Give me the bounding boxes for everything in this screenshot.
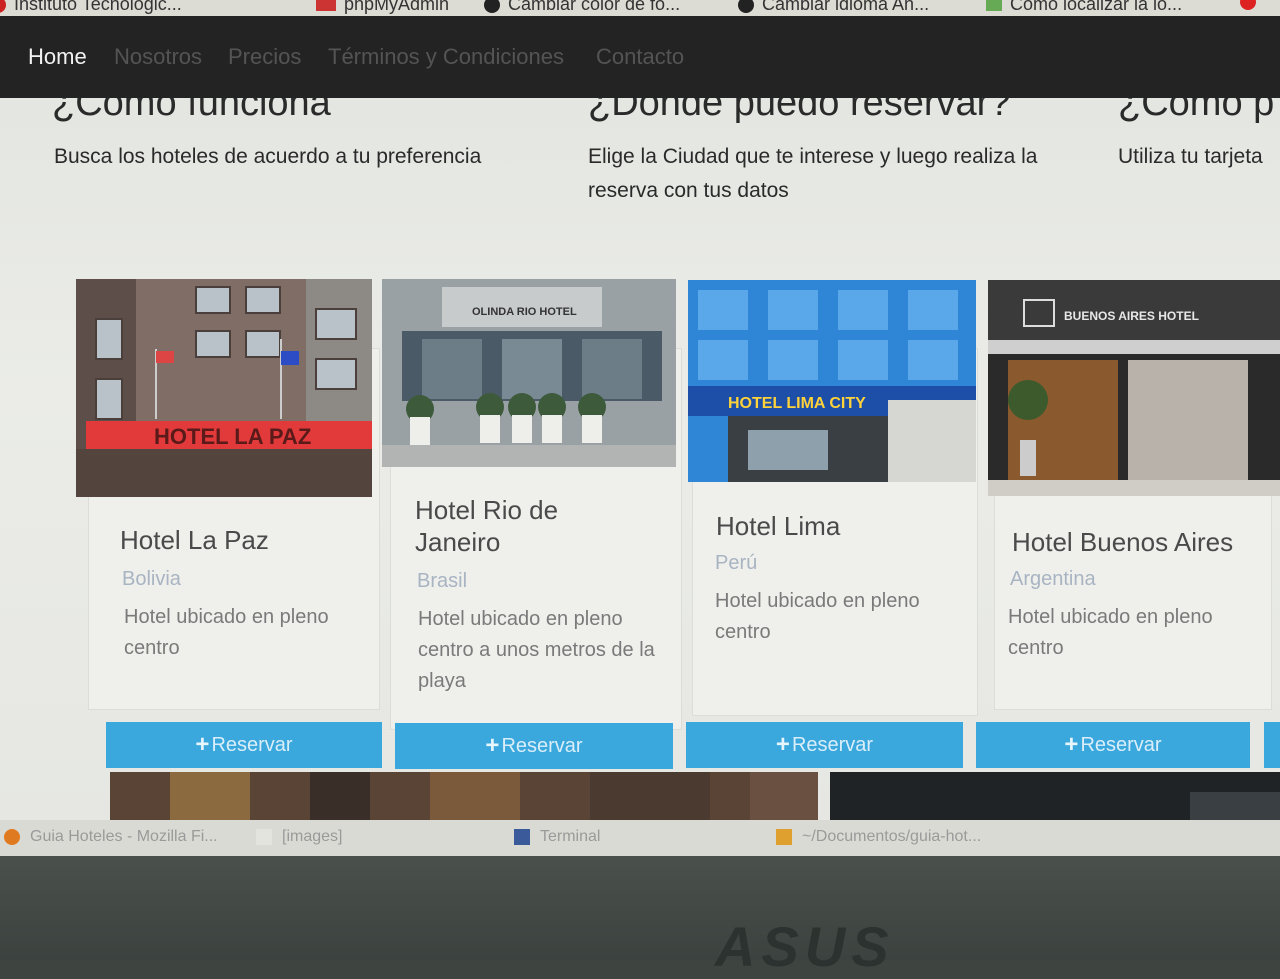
- hotel-description-la-paz: Hotel ubicado en pleno centro: [124, 606, 329, 659]
- hotel-country-la-paz: Bolivia: [122, 568, 181, 590]
- brand-logo: ASUS: [715, 915, 895, 978]
- nav-precios[interactable]: Precios: [228, 44, 301, 70]
- hotel-country-rio: Brasil: [417, 570, 468, 592]
- hotel-title-la-paz: Hotel La Paz: [120, 525, 269, 555]
- info-heading-how: ¿Como funciona: [52, 98, 331, 124]
- taskbar-item-documents[interactable]: ~/Documentos/guia-hot...: [776, 828, 981, 846]
- info-heading-where: ¿Donde puedo reservar?: [588, 98, 1011, 124]
- hotel-description-rio: Hotel ubicado en pleno centro a unos met…: [418, 608, 655, 692]
- hotel-description-lima: Hotel ubicado en pleno centro: [715, 590, 920, 643]
- bookmark-item[interactable]: [1240, 0, 1256, 10]
- hotel-image-next-row: [830, 772, 1280, 820]
- bookmark-item[interactable]: phpMyAdmin: [316, 0, 449, 15]
- nav-home[interactable]: Home: [28, 44, 87, 70]
- reservar-button-partial[interactable]: [1264, 722, 1280, 768]
- info-text-pay: Utiliza tu tarjeta: [1118, 145, 1263, 168]
- hotel-image-buenos-aires: BUENOS AIRES HOTEL: [988, 280, 1280, 496]
- firefox-icon: [4, 829, 20, 845]
- hotel-title-lima: Hotel Lima: [716, 511, 841, 541]
- page-content: ¿Como funciona Busca los hoteles de acue…: [0, 98, 1280, 820]
- info-text-how: Busca los hoteles de acuerdo a tu prefer…: [54, 145, 482, 168]
- folder-icon: [256, 829, 272, 845]
- site-icon: [0, 0, 6, 13]
- github-icon: [738, 0, 754, 13]
- site-icon: [1240, 0, 1256, 10]
- hotel-sign-buenos-aires: BUENOS AIRES HOTEL: [1064, 309, 1199, 323]
- hotel-country-lima: Perú: [715, 552, 758, 574]
- folder-icon: [776, 829, 792, 845]
- plus-icon: +: [195, 731, 210, 758]
- reservar-button-rio[interactable]: + Reservar: [395, 723, 673, 769]
- laptop-bezel: ASUS: [0, 856, 1280, 978]
- bookmark-item[interactable]: Cambiar idioma An...: [738, 0, 929, 15]
- reservar-button-lima[interactable]: + Reservar: [686, 722, 963, 768]
- taskbar-item-terminal[interactable]: Terminal: [514, 828, 600, 846]
- info-heading-pay: ¿Como p: [1118, 98, 1275, 124]
- hotel-country-buenos-aires: Argentina: [1010, 568, 1096, 590]
- hotel-sign-la-paz: HOTEL LA PAZ: [154, 424, 311, 449]
- reservar-button-la-paz[interactable]: + Reservar: [106, 722, 382, 768]
- bookmark-item[interactable]: Instituto Tecnologic...: [0, 0, 182, 15]
- bookmark-item[interactable]: Como localizar la lo...: [986, 0, 1182, 15]
- hotel-image-rio: OLINDA RIO HOTEL: [382, 279, 676, 467]
- github-icon: [484, 0, 500, 13]
- reservar-button-buenos-aires[interactable]: + Reservar: [976, 722, 1250, 768]
- hotel-sign-lima: HOTEL LIMA CITY: [728, 395, 866, 412]
- hotel-image-next-row: [110, 772, 818, 820]
- nav-nosotros[interactable]: Nosotros: [114, 44, 202, 70]
- plus-icon: +: [775, 731, 790, 758]
- site-icon: [986, 0, 1002, 11]
- phpmyadmin-icon: [316, 0, 336, 11]
- taskbar: Guia Hoteles - Mozilla Fi... [images] Te…: [0, 820, 1280, 856]
- hotel-sign-rio: OLINDA RIO HOTEL: [472, 306, 577, 318]
- hotel-title-rio: Hotel Rio de Janeiro: [415, 495, 559, 557]
- taskbar-item-firefox[interactable]: Guia Hoteles - Mozilla Fi...: [4, 828, 218, 846]
- bookmark-item[interactable]: Cambiar color de fo...: [484, 0, 680, 15]
- bookmarks-bar: Instituto Tecnologic... phpMyAdmin Cambi…: [0, 0, 1280, 16]
- hotel-image-la-paz: HOTEL LA PAZ: [76, 279, 372, 497]
- plus-icon: +: [1064, 731, 1079, 758]
- plus-icon: +: [485, 732, 500, 759]
- taskbar-item-images[interactable]: [images]: [256, 828, 342, 846]
- nav-terminos[interactable]: Términos y Condiciones: [328, 44, 564, 70]
- hotel-image-lima: HOTEL LIMA CITY: [688, 280, 976, 482]
- hotel-description-buenos-aires: Hotel ubicado en pleno centro: [1008, 606, 1213, 659]
- info-text-where: Elige la Ciudad que te interese y luego …: [588, 145, 1038, 202]
- hotel-title-buenos-aires: Hotel Buenos Aires: [1012, 527, 1234, 557]
- nav-contacto[interactable]: Contacto: [596, 44, 684, 70]
- top-navbar: Home Nosotros Precios Términos y Condici…: [0, 16, 1280, 98]
- terminal-icon: [514, 829, 530, 845]
